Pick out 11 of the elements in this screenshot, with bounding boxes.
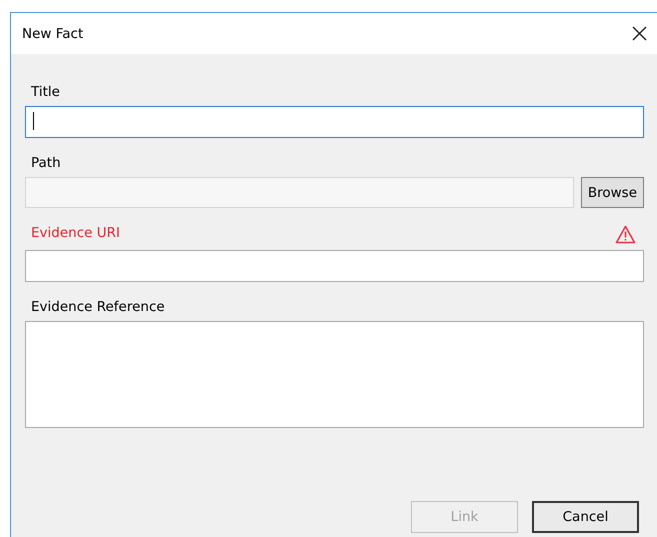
field-label: Evidence URI <box>31 225 120 241</box>
field-label: Path <box>31 155 61 171</box>
text-area[interactable] <box>25 321 644 428</box>
field-label: Evidence Reference <box>31 299 165 315</box>
input-field[interactable] <box>25 106 644 138</box>
field-label: Title <box>31 84 60 100</box>
close-icon[interactable] <box>632 26 647 41</box>
window-title: New Fact <box>22 26 84 42</box>
dialog-button[interactable]: Cancel <box>532 501 639 533</box>
input-field[interactable] <box>25 250 644 282</box>
text-cursor <box>33 112 34 130</box>
